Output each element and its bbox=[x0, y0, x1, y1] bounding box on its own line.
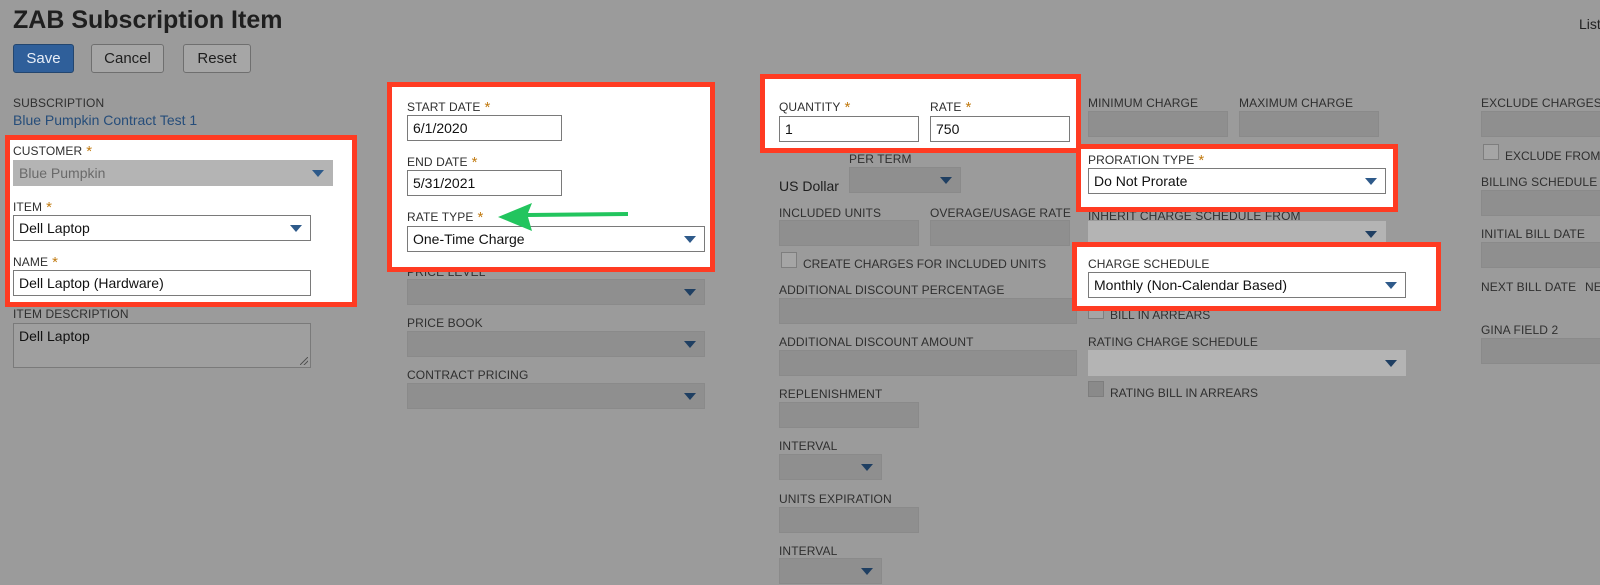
reset-button[interactable]: Reset bbox=[183, 44, 251, 73]
units-expiration-label: UNITS EXPIRATION bbox=[779, 492, 892, 506]
exclude-from-label: EXCLUDE FROM bbox=[1505, 149, 1600, 163]
rating-bill-in-arrears-checkbox[interactable] bbox=[1088, 381, 1104, 397]
start-date-label: START DATE * bbox=[407, 99, 491, 116]
end-date-label: END DATE * bbox=[407, 154, 478, 171]
maximum-charge-input[interactable] bbox=[1239, 111, 1379, 137]
page-title: ZAB Subscription Item bbox=[13, 6, 283, 34]
item-description-label: ITEM DESCRIPTION bbox=[13, 307, 129, 321]
minimum-charge-label: MINIMUM CHARGE bbox=[1088, 96, 1199, 110]
name-label: NAME * bbox=[13, 254, 59, 271]
item-select[interactable]: Dell Laptop bbox=[13, 215, 311, 241]
start-date-input[interactable]: 6/1/2020 bbox=[407, 115, 562, 141]
billing-schedule-input[interactable] bbox=[1481, 190, 1600, 216]
quantity-label: QUANTITY * bbox=[779, 99, 851, 116]
list-link[interactable]: List bbox=[1579, 16, 1600, 32]
save-button[interactable]: Save bbox=[13, 44, 74, 73]
customer-label: CUSTOMER * bbox=[13, 143, 93, 160]
customer-select: Blue Pumpkin bbox=[13, 160, 333, 186]
rate-type-label: RATE TYPE * bbox=[407, 209, 484, 226]
item-description-textarea[interactable]: Dell Laptop bbox=[13, 323, 311, 368]
rating-charge-schedule-select bbox=[1088, 350, 1406, 376]
included-units-label: INCLUDED UNITS bbox=[779, 206, 882, 220]
contract-pricing-label: CONTRACT PRICING bbox=[407, 368, 529, 382]
initial-bill-date-input[interactable] bbox=[1481, 242, 1600, 268]
cancel-button[interactable]: Cancel bbox=[91, 44, 164, 73]
end-date-input[interactable]: 5/31/2021 bbox=[407, 170, 562, 196]
price-book-label: PRICE BOOK bbox=[407, 316, 483, 330]
proration-type-select[interactable]: Do Not Prorate bbox=[1088, 168, 1386, 194]
included-units-input[interactable] bbox=[779, 220, 919, 246]
subscription-link[interactable]: Blue Pumpkin Contract Test 1 bbox=[13, 112, 197, 128]
additional-discount-amt-label: ADDITIONAL DISCOUNT AMOUNT bbox=[779, 335, 974, 349]
interval-select[interactable] bbox=[779, 454, 882, 480]
additional-discount-amt-input[interactable] bbox=[779, 350, 1077, 376]
currency-text: US Dollar bbox=[779, 178, 839, 194]
rate-input[interactable]: 750 bbox=[930, 116, 1070, 142]
price-book-select[interactable] bbox=[407, 331, 705, 357]
overage-rate-input[interactable] bbox=[930, 220, 1070, 246]
rating-charge-schedule-label: RATING CHARGE SCHEDULE bbox=[1088, 335, 1259, 349]
gina-field-label: GINA FIELD 2 bbox=[1481, 323, 1559, 337]
item-label: ITEM * bbox=[13, 199, 53, 216]
initial-bill-date-label: INITIAL BILL DATE bbox=[1481, 227, 1585, 241]
quantity-input[interactable]: 1 bbox=[779, 116, 919, 142]
name-input[interactable]: Dell Laptop (Hardware) bbox=[13, 270, 311, 296]
per-term-label: PER TERM bbox=[849, 152, 912, 166]
rating-bill-in-arrears-label: RATING BILL IN ARREARS bbox=[1110, 386, 1259, 400]
create-charges-checkbox[interactable] bbox=[781, 252, 797, 268]
replenishment-input[interactable] bbox=[779, 402, 919, 428]
next-bill-date-value: NE bbox=[1585, 280, 1600, 294]
proration-type-label: PRORATION TYPE * bbox=[1088, 152, 1205, 169]
exclude-from-checkbox[interactable] bbox=[1483, 144, 1499, 160]
gina-field-input[interactable] bbox=[1481, 338, 1600, 364]
additional-discount-pct-label: ADDITIONAL DISCOUNT PERCENTAGE bbox=[779, 283, 1005, 297]
exclude-charges-input[interactable] bbox=[1481, 111, 1600, 137]
green-arrow-icon bbox=[498, 203, 628, 231]
next-bill-date-label: NEXT BILL DATE bbox=[1481, 280, 1577, 294]
contract-pricing-select[interactable] bbox=[407, 383, 705, 409]
charge-schedule-select[interactable]: Monthly (Non-Calendar Based) bbox=[1088, 272, 1406, 298]
interval-label: INTERVAL bbox=[779, 439, 838, 453]
subscription-label: SUBSCRIPTION bbox=[13, 96, 105, 110]
charge-schedule-label: CHARGE SCHEDULE bbox=[1088, 257, 1210, 271]
create-charges-label: CREATE CHARGES FOR INCLUDED UNITS bbox=[803, 257, 1047, 271]
units-expiration-input[interactable] bbox=[779, 507, 919, 533]
interval-2-select[interactable] bbox=[779, 558, 882, 584]
price-level-select[interactable] bbox=[407, 279, 705, 305]
maximum-charge-label: MAXIMUM CHARGE bbox=[1239, 96, 1354, 110]
interval-2-label: INTERVAL bbox=[779, 544, 838, 558]
billing-schedule-label: BILLING SCHEDULE bbox=[1481, 175, 1598, 189]
minimum-charge-input[interactable] bbox=[1088, 111, 1228, 137]
per-term-select[interactable] bbox=[849, 167, 961, 193]
overage-rate-label: OVERAGE/USAGE RATE bbox=[930, 206, 1071, 220]
replenishment-label: REPLENISHMENT bbox=[779, 387, 883, 401]
exclude-charges-label: EXCLUDE CHARGES bbox=[1481, 96, 1600, 110]
additional-discount-pct-input[interactable] bbox=[779, 298, 1077, 324]
rate-label: RATE * bbox=[930, 99, 972, 116]
